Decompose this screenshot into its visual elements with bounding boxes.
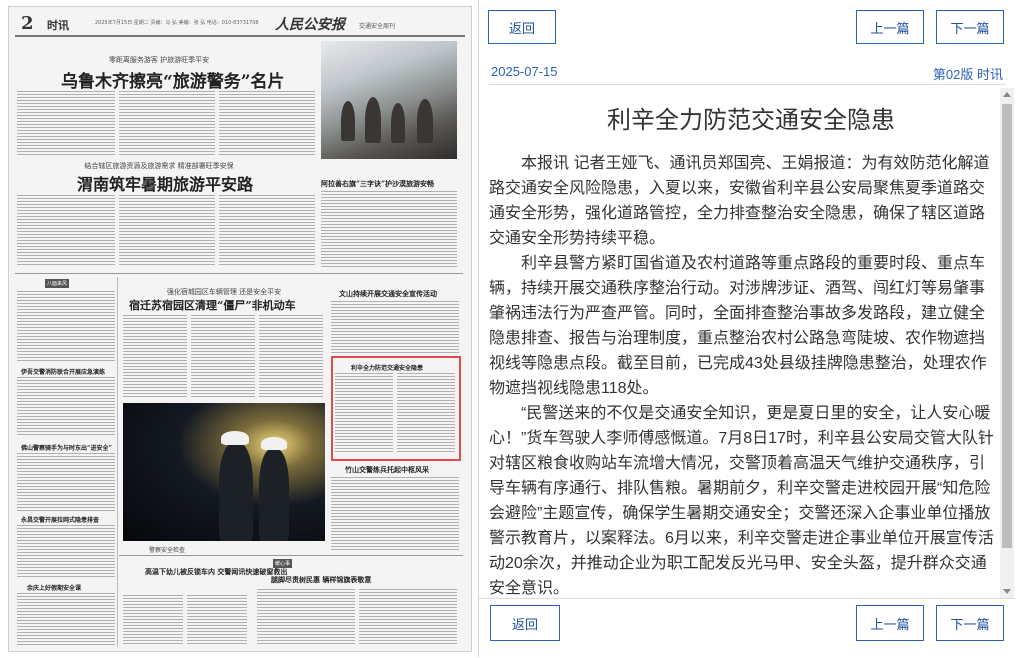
article-paragraph: 利辛县警方紧盯国省道及农村道路等重点路段的重要时段、重点车辆，持续开展交通秩序整… bbox=[489, 255, 987, 397]
story-headline[interactable]: 伊吾交警消防联合开展应急演练 bbox=[21, 367, 105, 376]
text-block bbox=[257, 589, 355, 645]
story-kicker: 零距离服务游客 护旅游旺季平安 bbox=[108, 56, 210, 64]
story-kicker: 强化宿城园区车辆管理 还是安全平安 bbox=[166, 288, 282, 296]
article-title: 利辛全力防范交通安全隐患 bbox=[607, 107, 895, 134]
text-block bbox=[321, 191, 457, 267]
column-tag: 八面来风 bbox=[45, 279, 70, 288]
back-button-bottom[interactable]: 返回 bbox=[490, 605, 560, 641]
prev-article-button-bottom[interactable]: 上一篇 bbox=[856, 605, 924, 641]
story-headline[interactable]: 渭南筑牢暑期旅游平安路 bbox=[77, 171, 253, 195]
header-meta: 2025年7月15日 星期二 责编：马 弘 美编：张 弘 电话：010-8373… bbox=[95, 20, 259, 26]
text-block bbox=[17, 195, 115, 267]
next-article-button-bottom[interactable]: 下一篇 bbox=[936, 605, 1004, 641]
article-reader-panel: 返回 上一篇 下一篇 2025-07-15 第02版 时讯 利辛全力防范交通安全… bbox=[478, 0, 1015, 657]
masthead-subtitle: 交通安全周刊 bbox=[358, 23, 395, 30]
story-headline[interactable]: 乌鲁木齐擦亮“旅游警务”名片 bbox=[61, 67, 285, 92]
text-block bbox=[17, 453, 115, 511]
story-headline[interactable]: 竹山交警练兵托起中枢风采 bbox=[345, 465, 429, 475]
article-paragraph: 本报讯 记者王娅飞、通讯员郑国亮、王娟报道：为有效防范化解道路交通安全风险隐患，… bbox=[489, 155, 990, 247]
story-headline[interactable]: 余庆上好假期安全课 bbox=[27, 583, 81, 592]
story-headline[interactable]: 佛山警察骑手为与时东出“进安全” bbox=[21, 443, 112, 452]
scroll-down-arrow-icon[interactable] bbox=[1003, 589, 1011, 594]
text-block bbox=[17, 91, 115, 155]
masthead-logo: 人民公安报 bbox=[275, 17, 345, 33]
story-headline[interactable]: 文山持续开展交通安全宣传活动 bbox=[339, 289, 437, 299]
text-block bbox=[187, 595, 247, 645]
text-block bbox=[123, 315, 187, 399]
text-block bbox=[191, 315, 255, 399]
next-article-button[interactable]: 下一篇 bbox=[936, 10, 1004, 44]
photo-caption: 警察安全检查 bbox=[149, 547, 186, 554]
newspaper-page-thumbnail[interactable]: 2 时讯 2025年7月15日 星期二 责编：马 弘 美编：张 弘 电话：010… bbox=[8, 6, 472, 652]
article-meta-bar: 2025-07-15 第02版 时讯 bbox=[489, 62, 1005, 85]
back-button[interactable]: 返回 bbox=[488, 10, 556, 44]
column-tag: 暖心事 bbox=[273, 559, 293, 568]
page-number: 2 bbox=[21, 13, 34, 34]
story-kicker: 结合辖区旅游资源及旅游需求 精准部署旺季安保 bbox=[84, 162, 234, 170]
article-body: 本报讯 记者王娅飞、通讯员郑国亮、王娟报道：为有效防范化解道路交通安全风险隐患，… bbox=[489, 151, 999, 598]
scroll-up-arrow-icon[interactable] bbox=[1003, 92, 1011, 97]
page-header: 2 时讯 2025年7月15日 星期二 责编：马 弘 美编：张 弘 电话：010… bbox=[15, 11, 465, 37]
story-headline[interactable]: 高温下幼儿被反锁车内 交警闻讯快速破窗救出 bbox=[145, 567, 287, 577]
prev-article-button[interactable]: 上一篇 bbox=[856, 10, 924, 44]
text-block bbox=[219, 91, 315, 155]
story-headline[interactable]: 永昌交警开展拉网式隐患排查 bbox=[21, 515, 99, 524]
story-headline[interactable]: 利辛全力防范交通安全隐患 bbox=[351, 363, 423, 372]
article-content[interactable]: 利辛全力防范交通安全隐患 本报讯 记者王娅飞、通讯员郑国亮、王娟报道：为有效防范… bbox=[489, 88, 999, 598]
article-paragraph: “民警送来的不仅是交通安全知识，更是夏日里的安全，让人安心暖心！”货车驾驶人李师… bbox=[489, 405, 994, 597]
text-block bbox=[335, 373, 393, 453]
text-block bbox=[397, 373, 455, 453]
edition-link[interactable]: 第02版 时讯 bbox=[933, 64, 1003, 83]
story-headline[interactable]: 宿迁苏宿园区清理“僵尸”非机动车 bbox=[129, 297, 296, 313]
police-night-photo bbox=[123, 403, 325, 541]
text-block bbox=[17, 377, 115, 435]
text-block bbox=[119, 195, 215, 267]
section-name: 时讯 bbox=[47, 19, 69, 32]
story-headline[interactable]: 腿脚尽责树民惠 辆样锦旗表敬意 bbox=[271, 575, 371, 585]
text-block bbox=[331, 301, 459, 353]
text-block bbox=[17, 291, 115, 361]
bottom-nav-bar: 返回 上一篇 下一篇 bbox=[479, 598, 1015, 658]
text-block bbox=[219, 195, 315, 267]
article-date: 2025-07-15 bbox=[491, 64, 558, 79]
text-block bbox=[331, 477, 459, 551]
text-block bbox=[259, 315, 323, 399]
text-block bbox=[17, 593, 115, 645]
text-block bbox=[17, 525, 115, 579]
story-headline[interactable]: 阿拉善右旗“三字诀”护沙漠旅游安畅 bbox=[321, 179, 434, 189]
tourism-photo bbox=[321, 41, 457, 159]
text-block bbox=[359, 589, 457, 645]
scrollbar-thumb[interactable] bbox=[1002, 104, 1012, 548]
text-block bbox=[123, 595, 183, 645]
vertical-scrollbar[interactable] bbox=[1000, 88, 1014, 598]
text-block bbox=[119, 91, 215, 155]
